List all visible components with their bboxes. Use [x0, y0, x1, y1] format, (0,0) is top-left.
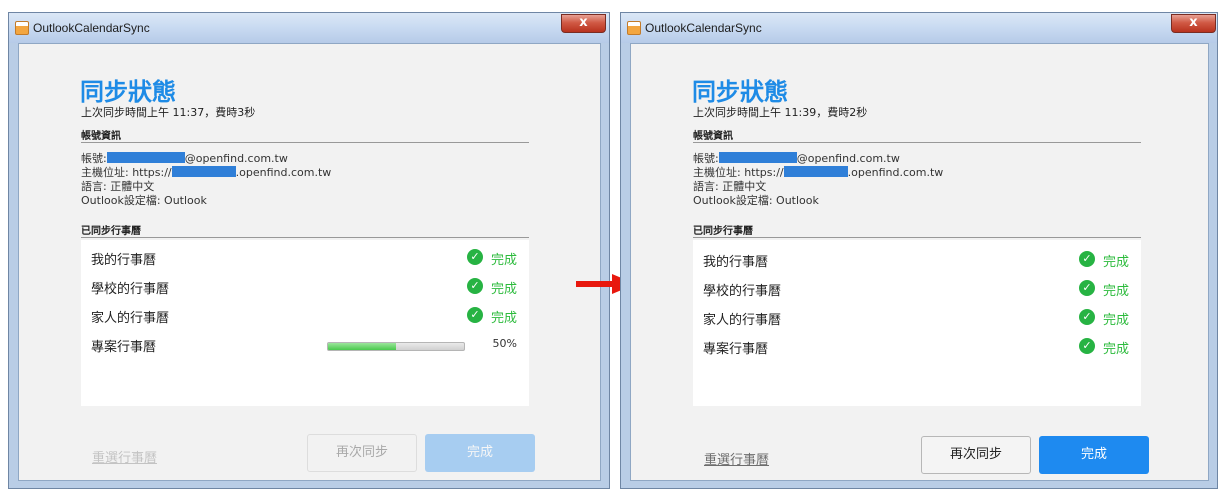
list-item: 學校的行事曆 ✓ 完成: [693, 275, 1141, 301]
section-divider: [81, 237, 529, 238]
list-item: 我的行事曆 ✓ 完成: [81, 244, 529, 270]
check-circle-icon: ✓: [1079, 251, 1095, 267]
status-text: 完成: [1102, 342, 1129, 357]
section-divider: [693, 142, 1141, 143]
profile-line: Outlook設定檔: Outlook: [81, 194, 207, 207]
calendar-name: 家人的行事曆: [703, 313, 782, 328]
calendar-list: 我的行事曆 ✓ 完成 學校的行事曆 ✓ 完成 家人的行事曆 ✓ 完成 專案行事曆…: [693, 240, 1141, 406]
title-bar[interactable]: OutlookCalendarSync x: [9, 13, 609, 43]
window-syncing: OutlookCalendarSync x 同步狀態 上次同步時間上午 11:3…: [8, 12, 610, 489]
list-item: 專案行事曆 50%: [81, 331, 529, 357]
status-text: 完成: [1102, 313, 1129, 328]
list-item: 家人的行事曆 ✓ 完成: [81, 302, 529, 328]
redacted-block: [718, 152, 797, 163]
done-button[interactable]: 完成: [1039, 436, 1149, 474]
calendar-name: 學校的行事曆: [91, 282, 170, 297]
dialog-body: 同步狀態 上次同步時間上午 11:39，費時2秒 帳號資訊 帳號: @openfi…: [630, 43, 1209, 481]
status-text: 完成: [1102, 284, 1129, 299]
page-title: 同步狀態: [80, 78, 176, 106]
done-button[interactable]: 完成: [425, 434, 535, 472]
check-circle-icon: ✓: [467, 307, 483, 323]
redacted-block: [783, 166, 848, 177]
list-item: 家人的行事曆 ✓ 完成: [693, 304, 1141, 330]
reselect-calendars-link[interactable]: 重選行事曆: [92, 447, 157, 466]
profile-line: Outlook設定檔: Outlook: [693, 194, 819, 207]
calendar-name: 我的行事曆: [91, 253, 157, 268]
calendar-app-icon: [15, 21, 29, 35]
section-divider: [81, 142, 529, 143]
check-circle-icon: ✓: [1079, 338, 1095, 354]
account-section-title: 帳號資訊: [81, 131, 121, 142]
status-text: 完成: [1102, 255, 1129, 270]
dialog-body: 同步狀態 上次同步時間上午 11:37，費時3秒 帳號資訊 帳號: @openfi…: [18, 43, 601, 481]
status-text: 完成: [490, 282, 517, 297]
sync-again-button[interactable]: 再次同步: [921, 436, 1031, 474]
list-item: 學校的行事曆 ✓ 完成: [81, 273, 529, 299]
window-complete: OutlookCalendarSync x 同步狀態 上次同步時間上午 11:3…: [620, 12, 1218, 489]
close-button[interactable]: x: [1171, 14, 1216, 33]
check-circle-icon: ✓: [1079, 309, 1095, 325]
synced-section-title: 已同步行事曆: [693, 226, 753, 237]
progress-fill: [328, 343, 396, 350]
window-title: OutlookCalendarSync: [33, 21, 150, 35]
list-item: 專案行事曆 ✓ 完成: [693, 333, 1141, 359]
window-title: OutlookCalendarSync: [645, 21, 762, 35]
calendar-name: 專案行事曆: [91, 340, 157, 355]
redacted-block: [171, 166, 236, 177]
section-divider: [693, 237, 1141, 238]
host-domain: .openfind.com.tw: [847, 166, 944, 179]
calendar-name: 專案行事曆: [703, 342, 769, 357]
check-circle-icon: ✓: [467, 278, 483, 294]
progress-percent: 50%: [492, 337, 517, 350]
list-item: 我的行事曆 ✓ 完成: [693, 246, 1141, 272]
check-circle-icon: ✓: [1079, 280, 1095, 296]
synced-section-title: 已同步行事曆: [81, 226, 141, 237]
calendar-list: 我的行事曆 ✓ 完成 學校的行事曆 ✓ 完成 家人的行事曆 ✓ 完成 專案行事曆…: [81, 240, 529, 406]
title-bar[interactable]: OutlookCalendarSync x: [621, 13, 1217, 43]
host-domain: .openfind.com.tw: [235, 166, 332, 179]
reselect-calendars-link[interactable]: 重選行事曆: [704, 449, 769, 468]
calendar-name: 我的行事曆: [703, 255, 769, 270]
page-title: 同步狀態: [692, 78, 788, 106]
calendar-name: 學校的行事曆: [703, 284, 782, 299]
calendar-app-icon: [627, 21, 641, 35]
sync-again-button[interactable]: 再次同步: [307, 434, 417, 472]
last-sync-info: 上次同步時間上午 11:39，費時2秒: [693, 106, 868, 119]
status-text: 完成: [490, 311, 517, 326]
account-section-title: 帳號資訊: [693, 131, 733, 142]
check-circle-icon: ✓: [467, 249, 483, 265]
redacted-block: [106, 152, 185, 163]
sync-progress-bar: [327, 342, 465, 351]
last-sync-info: 上次同步時間上午 11:37，費時3秒: [81, 106, 256, 119]
close-button[interactable]: x: [561, 14, 606, 33]
calendar-name: 家人的行事曆: [91, 311, 170, 326]
status-text: 完成: [490, 253, 517, 268]
